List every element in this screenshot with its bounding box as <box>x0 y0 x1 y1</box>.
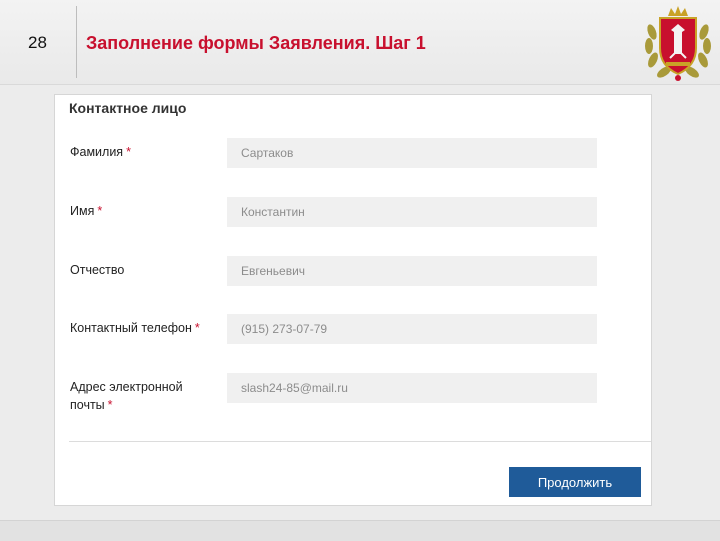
required-mark: * <box>126 145 131 159</box>
form-divider <box>69 441 651 442</box>
lastname-label: Фамилия * <box>70 145 131 159</box>
email-field[interactable] <box>227 373 597 403</box>
required-mark: * <box>97 204 103 218</box>
required-mark: * <box>107 398 113 412</box>
email-label: Адрес электронной почты * <box>70 380 183 412</box>
continue-button[interactable]: Продолжить <box>509 467 641 497</box>
lastname-field[interactable] <box>227 138 597 168</box>
slide-header: 28 Заполнение формы Заявления. Шаг 1 <box>0 0 720 85</box>
required-mark: * <box>194 321 200 335</box>
footer-bar <box>0 520 720 541</box>
coat-of-arms-icon <box>645 6 711 81</box>
contact-person-form: Контактное лицо Фамилия* Имя* Отчество К… <box>54 94 652 506</box>
slide-number: 28 <box>28 33 47 52</box>
slide-title: Заполнение формы Заявления. Шаг 1 <box>86 33 426 53</box>
header-divider <box>76 6 77 78</box>
firstname-label: Имя * <box>70 204 103 218</box>
firstname-field[interactable] <box>227 197 597 227</box>
patronymic-field[interactable] <box>227 256 597 286</box>
section-title: Контактное лицо <box>69 100 187 116</box>
phone-label: Контактный телефон * <box>70 321 200 335</box>
phone-field[interactable] <box>227 314 597 344</box>
patronymic-label: Отчество <box>70 263 125 277</box>
